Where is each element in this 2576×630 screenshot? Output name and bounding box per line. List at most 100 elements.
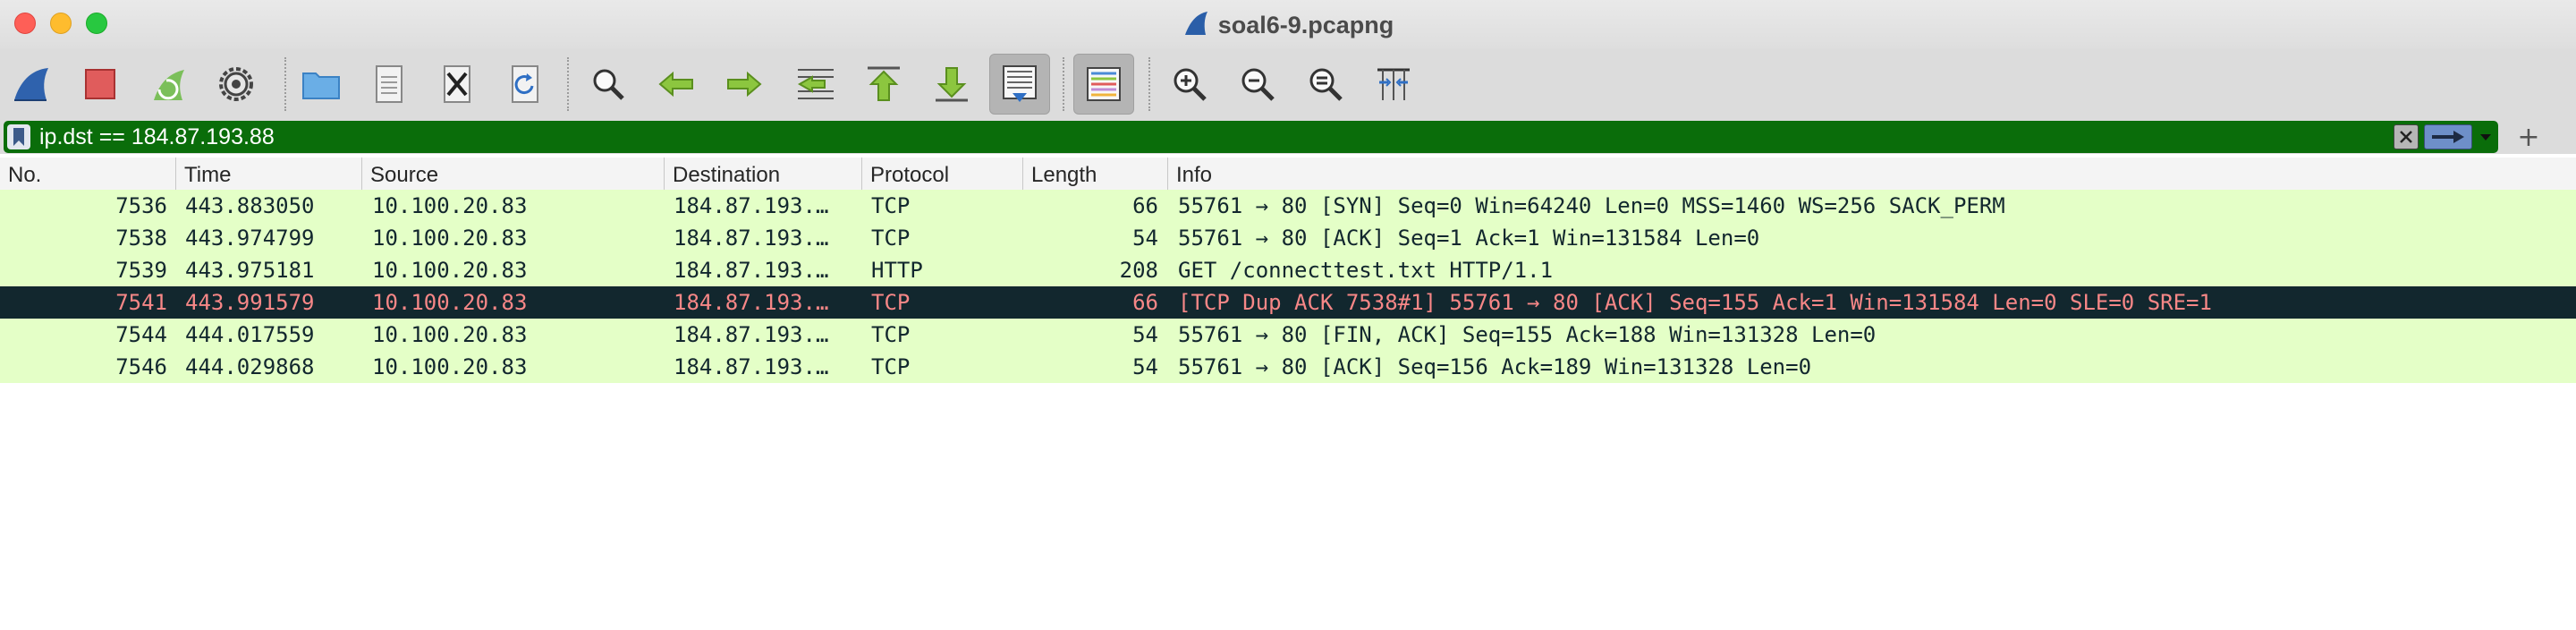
- apply-filter-button[interactable]: [2424, 124, 2472, 149]
- arrow-left-icon: [658, 71, 693, 98]
- zoom-in-icon: [1174, 68, 1207, 101]
- column-header-source[interactable]: Source: [362, 158, 665, 190]
- packet-destination: 184.87.193.…: [674, 354, 829, 379]
- packet-row[interactable]: 7544 444.017559 10.100.20.83 184.87.193.…: [0, 319, 2576, 351]
- zoom-reset-icon: [1309, 68, 1343, 101]
- packet-protocol: TCP: [871, 290, 911, 315]
- go-to-packet-button[interactable]: [785, 54, 846, 115]
- packet-length: 66: [1132, 193, 1158, 218]
- packet-row-selected[interactable]: 7541 443.991579 10.100.20.83 184.87.193.…: [0, 286, 2576, 319]
- open-file-button[interactable]: [291, 54, 352, 115]
- packet-info: 55761 → 80 [FIN, ACK] Seq=155 Ack=188 Wi…: [1178, 322, 1877, 347]
- zoom-out-button[interactable]: [1227, 54, 1288, 115]
- go-first-button[interactable]: [853, 54, 914, 115]
- zoom-out-icon: [1241, 68, 1275, 101]
- resize-columns-button[interactable]: [1363, 54, 1424, 115]
- capture-options-button[interactable]: [206, 54, 267, 115]
- find-packet-button[interactable]: [578, 54, 639, 115]
- filter-history-dropdown[interactable]: [2476, 124, 2496, 149]
- packet-list: No. Time Source Destination Protocol Len…: [0, 158, 2576, 630]
- title-bar: soal6-9.pcapng: [0, 0, 2576, 48]
- packet-no: 7536: [115, 193, 167, 218]
- packet-source: 10.100.20.83: [372, 290, 528, 315]
- stop-square-icon: [85, 69, 115, 99]
- column-header-destination[interactable]: Destination: [665, 158, 862, 190]
- display-filter-input[interactable]: [39, 123, 2365, 151]
- filter-bookmark-button[interactable]: [7, 124, 30, 149]
- shark-fin-icon: [1182, 10, 1209, 41]
- reload-file-button[interactable]: [495, 54, 555, 115]
- stop-capture-button[interactable]: [70, 54, 131, 115]
- packet-time: 443.974799: [185, 226, 315, 251]
- restart-capture-button[interactable]: [138, 54, 199, 115]
- window-title-group: soal6-9.pcapng: [0, 7, 2576, 43]
- add-filter-button-plus-icon[interactable]: +: [2515, 120, 2542, 154]
- packet-no: 7544: [115, 322, 167, 347]
- packet-protocol: TCP: [871, 354, 911, 379]
- display-filter-bar: +: [0, 120, 2576, 154]
- packet-info: 55761 → 80 [ACK] Seq=156 Ack=189 Win=131…: [1178, 354, 1812, 379]
- go-last-button[interactable]: [921, 54, 982, 115]
- packet-time: 443.991579: [185, 290, 315, 315]
- column-header-protocol[interactable]: Protocol: [862, 158, 1023, 190]
- toolbar-separator: [284, 57, 286, 111]
- packet-info: [TCP Dup ACK 7538#1] 55761 → 80 [ACK] Se…: [1178, 290, 2212, 315]
- arrow-right-icon: [727, 71, 762, 98]
- packet-destination: 184.87.193.…: [674, 258, 829, 283]
- packet-info: 55761 → 80 [SYN] Seq=0 Win=64240 Len=0 M…: [1178, 193, 2005, 218]
- arrow-down-icon: [936, 67, 968, 102]
- packet-source: 10.100.20.83: [372, 354, 528, 379]
- column-header-no[interactable]: No.: [0, 158, 176, 190]
- packet-info: GET /connecttest.txt HTTP/1.1: [1178, 258, 1554, 283]
- packet-time: 444.017559: [185, 322, 315, 347]
- packet-row[interactable]: 7539 443.975181 10.100.20.83 184.87.193.…: [0, 254, 2576, 286]
- column-header-length[interactable]: Length: [1023, 158, 1168, 190]
- packet-protocol: HTTP: [871, 258, 923, 283]
- column-header-info[interactable]: Info: [1168, 158, 2576, 190]
- chevron-down-icon: [2480, 134, 2491, 140]
- save-file-button[interactable]: [359, 54, 419, 115]
- magnifier-icon: [593, 69, 624, 100]
- restart-fin-icon: [154, 70, 184, 100]
- packet-source: 10.100.20.83: [372, 258, 528, 283]
- packet-row[interactable]: 7538 443.974799 10.100.20.83 184.87.193.…: [0, 222, 2576, 254]
- arrow-right-icon: [2432, 131, 2464, 143]
- packet-length: 54: [1132, 354, 1158, 379]
- auto-scroll-icon: [1003, 65, 1037, 102]
- packet-protocol: TCP: [871, 322, 911, 347]
- packet-time: 443.883050: [185, 193, 315, 218]
- packet-no: 7541: [115, 290, 167, 315]
- colorize-button[interactable]: [1073, 54, 1134, 115]
- packet-protocol: TCP: [871, 193, 911, 218]
- packet-destination: 184.87.193.…: [674, 193, 829, 218]
- resize-columns-icon: [1377, 68, 1410, 100]
- packet-length: 54: [1132, 322, 1158, 347]
- document-icon: [376, 65, 402, 103]
- packet-time: 444.029868: [185, 354, 315, 379]
- close-document-icon: [444, 65, 470, 103]
- go-back-button[interactable]: [646, 54, 707, 115]
- go-forward-button[interactable]: [714, 54, 775, 115]
- packet-length: 54: [1132, 226, 1158, 251]
- clear-filter-button[interactable]: [2394, 124, 2419, 149]
- toolbar-separator: [567, 57, 569, 111]
- start-capture-button[interactable]: [0, 54, 61, 115]
- zoom-in-button[interactable]: [1159, 54, 1220, 115]
- close-file-button[interactable]: [427, 54, 487, 115]
- packet-destination: 184.87.193.…: [674, 226, 829, 251]
- packet-source: 10.100.20.83: [372, 322, 528, 347]
- packet-list-header: No. Time Source Destination Protocol Len…: [0, 158, 2576, 191]
- close-icon: [2400, 131, 2412, 143]
- packet-row[interactable]: 7536 443.883050 10.100.20.83 184.87.193.…: [0, 190, 2576, 222]
- column-header-time[interactable]: Time: [176, 158, 362, 190]
- packet-no: 7539: [115, 258, 167, 283]
- packet-length: 208: [1119, 258, 1158, 283]
- auto-scroll-button[interactable]: [989, 54, 1050, 115]
- window-title: soal6-9.pcapng: [1217, 11, 1394, 38]
- main-toolbar: [0, 48, 2576, 120]
- normal-size-button[interactable]: [1295, 54, 1356, 115]
- packet-row[interactable]: 7546 444.029868 10.100.20.83 184.87.193.…: [0, 351, 2576, 383]
- go-to-packet-icon: [797, 69, 834, 99]
- packet-time: 443.975181: [185, 258, 315, 283]
- wireshark-window: soal6-9.pcapng ip.dst == 184.87.193.88 +…: [0, 0, 2576, 630]
